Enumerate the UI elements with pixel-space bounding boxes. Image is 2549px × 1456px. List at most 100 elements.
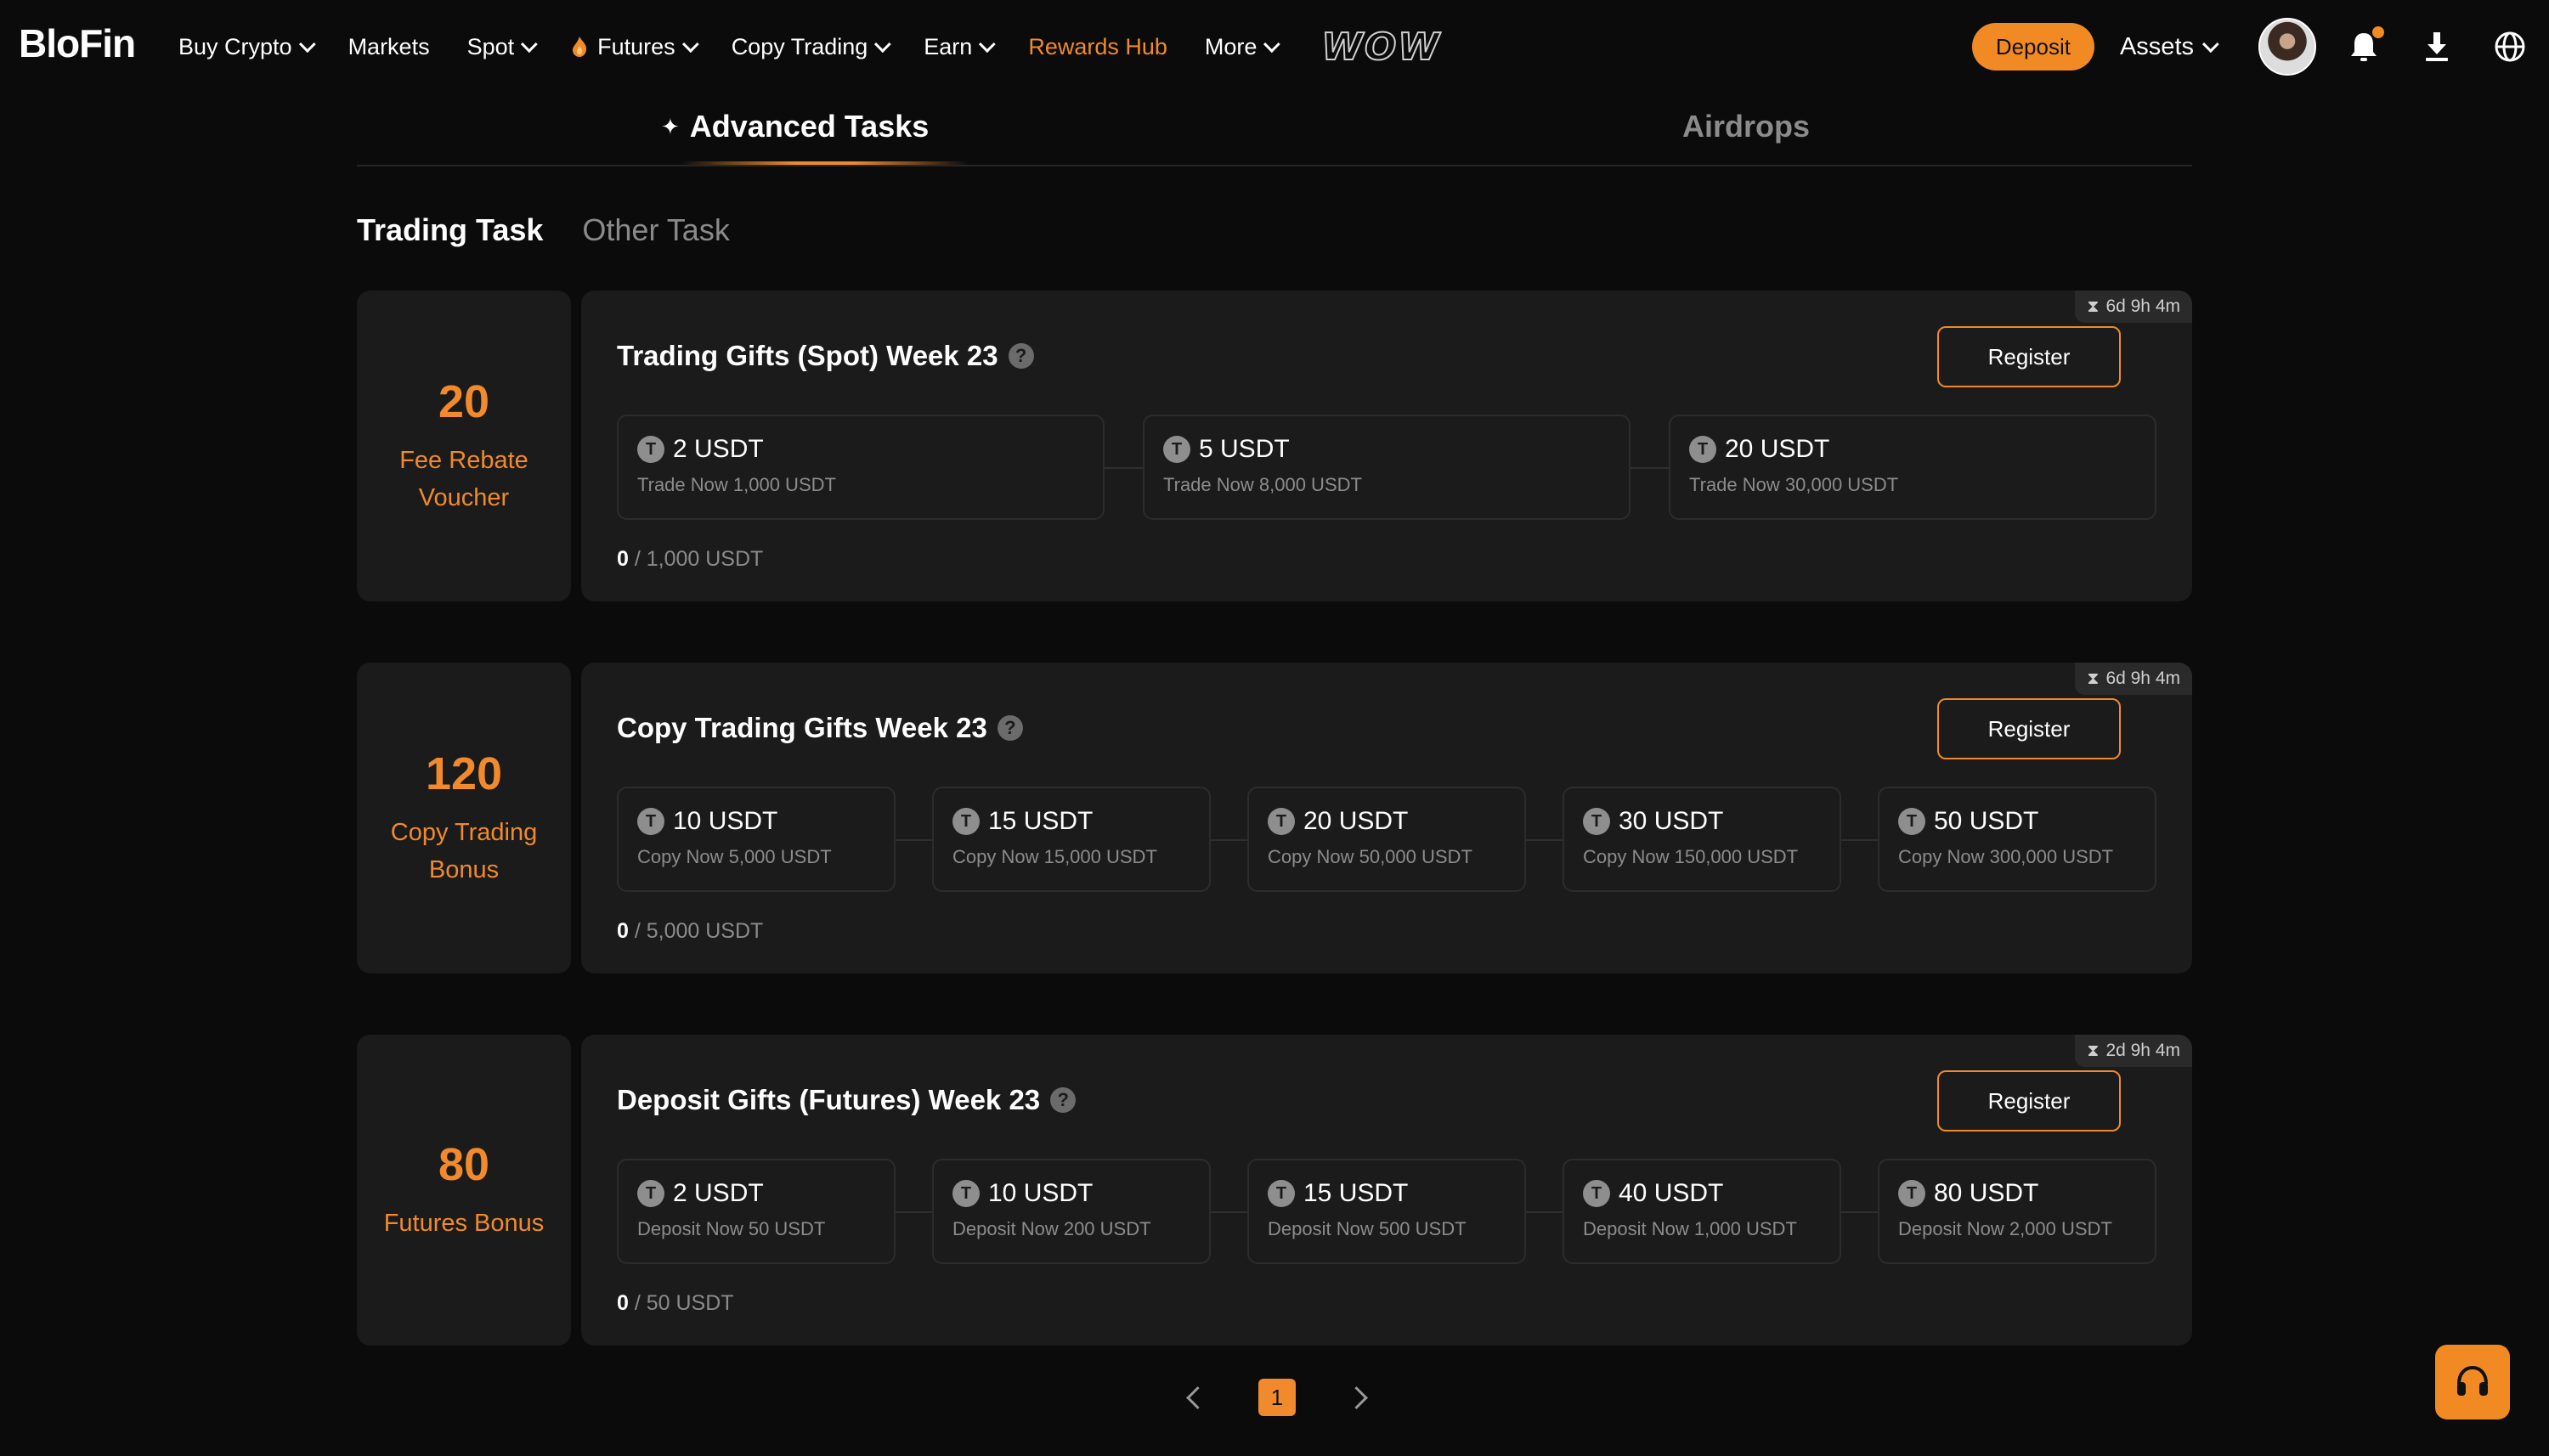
- nav-futures[interactable]: Futures: [570, 33, 699, 60]
- assets-menu[interactable]: Assets: [2119, 32, 2219, 61]
- wow-promo-logo[interactable]: WOW: [1320, 25, 1440, 70]
- tier-amount: 50 USDT: [1934, 807, 2039, 835]
- task-card: ⧗ 2d 9h 4m Deposit Gifts (Futures) Week 2…: [581, 1035, 2192, 1346]
- tier-requirement: Copy Now 15,000 USDT: [952, 846, 1157, 867]
- account-area: Deposit Assets: [1971, 0, 2549, 93]
- tier-requirement: Copy Now 50,000 USDT: [1268, 846, 1472, 867]
- nav-buy-crypto[interactable]: Buy Crypto: [178, 33, 316, 60]
- reward-value: 20: [438, 376, 490, 427]
- tier-requirement: Copy Now 5,000 USDT: [637, 846, 832, 867]
- nav-label: Futures: [597, 33, 675, 59]
- tier-requirement: Deposit Now 50 USDT: [637, 1218, 826, 1239]
- tier-card: T 15 USDT Deposit Now 500 USDT: [1247, 1159, 1526, 1264]
- tab-other-task[interactable]: Other Task: [582, 212, 729, 248]
- usdt-coin-icon: T: [952, 808, 980, 835]
- help-icon[interactable]: ?: [1008, 343, 1034, 369]
- task-title-text: Copy Trading Gifts Week 23: [617, 712, 987, 743]
- pagination: 1: [1186, 1379, 1368, 1416]
- hourglass-icon: ⧗: [2087, 296, 2100, 316]
- task-progress: 0 / 50 USDT: [617, 1291, 734, 1316]
- avatar[interactable]: [2258, 18, 2316, 76]
- chevron-left-icon[interactable]: [1186, 1385, 1209, 1409]
- tier-requirement: Deposit Now 200 USDT: [952, 1218, 1151, 1239]
- tier-amount: 2 USDT: [673, 435, 764, 463]
- hourglass-icon: ⧗: [2087, 669, 2100, 688]
- globe-icon: [2495, 31, 2525, 62]
- tab-advanced-tasks[interactable]: ✦ Advanced Tasks: [661, 109, 929, 144]
- task-progress: 0 / 5,000 USDT: [617, 919, 763, 944]
- usdt-coin-icon: T: [1268, 1180, 1295, 1207]
- headset-icon: [2457, 1365, 2488, 1396]
- tier-card: T 2 USDT Trade Now 1,000 USDT: [617, 415, 1105, 520]
- tier-card: T 30 USDT Copy Now 150,000 USDT: [1563, 787, 1841, 892]
- tier-requirement: Deposit Now 500 USDT: [1268, 1218, 1467, 1239]
- progress-current: 0: [617, 1291, 629, 1315]
- download-button[interactable]: [2420, 30, 2454, 64]
- chevron-down-icon: [2201, 36, 2219, 54]
- chevron-down-icon: [681, 36, 699, 54]
- task-title: Copy Trading Gifts Week 23 ?: [617, 712, 1023, 744]
- blofin-logo[interactable]: BloFin: [19, 21, 136, 65]
- reward-summary: 80 Futures Bonus: [357, 1035, 571, 1346]
- register-button[interactable]: Register: [1937, 326, 2121, 387]
- reward-value: 80: [438, 1139, 490, 1190]
- task-trading-gifts-spot: 20 Fee Rebate Voucher ⧗ 6d 9h 4m Trading …: [357, 291, 2192, 601]
- register-button[interactable]: Register: [1937, 1070, 2121, 1132]
- help-icon[interactable]: ?: [997, 715, 1023, 741]
- reward-tiers: T 2 USDT Trade Now 1,000 USDT T 5 USDT Tra…: [617, 413, 2156, 522]
- reward-label: Fee Rebate Voucher: [399, 447, 528, 511]
- progress-current: 0: [617, 547, 629, 571]
- page-number-current[interactable]: 1: [1258, 1379, 1296, 1416]
- tier-card: T 40 USDT Deposit Now 1,000 USDT: [1563, 1159, 1841, 1264]
- nav-earn[interactable]: Earn: [924, 34, 997, 60]
- tier-amount: 15 USDT: [988, 807, 1094, 835]
- tier-requirement: Trade Now 1,000 USDT: [637, 474, 836, 495]
- chevron-down-icon: [521, 36, 538, 54]
- usdt-coin-icon: T: [1583, 1180, 1610, 1207]
- chevron-right-icon[interactable]: [1345, 1385, 1368, 1409]
- support-button[interactable]: [2435, 1345, 2510, 1419]
- usdt-coin-icon: T: [637, 436, 664, 463]
- task-title-text: Deposit Gifts (Futures) Week 23: [617, 1084, 1041, 1115]
- nav-spot[interactable]: Spot: [467, 34, 538, 60]
- task-title: Trading Gifts (Spot) Week 23 ?: [617, 340, 1034, 372]
- timer-text: 6d 9h 4m: [2105, 296, 2180, 316]
- register-button[interactable]: Register: [1937, 698, 2121, 759]
- nav-copy-trading[interactable]: Copy Trading: [732, 34, 892, 60]
- timer-text: 2d 9h 4m: [2105, 1041, 2180, 1060]
- usdt-coin-icon: T: [637, 808, 664, 835]
- nav-rewards-hub[interactable]: Rewards Hub: [1028, 34, 1167, 60]
- assets-label: Assets: [2119, 32, 2194, 60]
- usdt-coin-icon: T: [637, 1180, 664, 1207]
- progress-target: / 1,000 USDT: [634, 547, 764, 571]
- tab-trading-task[interactable]: Trading Task: [357, 212, 543, 248]
- nav-more[interactable]: More: [1205, 34, 1281, 60]
- tier-card: T 50 USDT Copy Now 300,000 USDT: [1878, 787, 2156, 892]
- reward-tiers: T 10 USDT Copy Now 5,000 USDT T 15 USDT Co…: [617, 785, 2156, 894]
- tier-card: T 5 USDT Trade Now 8,000 USDT: [1143, 415, 1631, 520]
- reward-label: Futures Bonus: [383, 1210, 545, 1237]
- nav-markets[interactable]: Markets: [348, 34, 430, 60]
- nav-label: Rewards Hub: [1028, 33, 1167, 59]
- help-icon[interactable]: ?: [1050, 1087, 1077, 1113]
- timer-text: 6d 9h 4m: [2105, 669, 2180, 688]
- tier-card: T 10 USDT Deposit Now 200 USDT: [932, 1159, 1211, 1264]
- countdown-timer: ⧗ 6d 9h 4m: [2075, 291, 2192, 323]
- nav-label: Buy Crypto: [178, 33, 292, 59]
- task-card: ⧗ 6d 9h 4m Copy Trading Gifts Week 23 ? R…: [581, 663, 2192, 973]
- tier-requirement: Copy Now 150,000 USDT: [1583, 846, 1799, 867]
- chevron-down-icon: [1263, 36, 1281, 54]
- active-tab-indicator: [680, 161, 969, 165]
- progress-current: 0: [617, 919, 629, 943]
- tier-card: T 20 USDT Copy Now 50,000 USDT: [1247, 787, 1526, 892]
- tier-amount: 30 USDT: [1619, 807, 1724, 835]
- usdt-coin-icon: T: [1898, 808, 1925, 835]
- progress-target: / 50 USDT: [634, 1291, 734, 1315]
- tab-airdrops[interactable]: Airdrops: [1682, 109, 1810, 144]
- tier-card: T 20 USDT Trade Now 30,000 USDT: [1669, 415, 2156, 520]
- notifications-button[interactable]: [2347, 26, 2384, 64]
- tier-requirement: Deposit Now 1,000 USDT: [1583, 1218, 1797, 1239]
- tier-amount: 15 USDT: [1303, 1179, 1409, 1207]
- language-button[interactable]: [2493, 30, 2527, 64]
- deposit-button[interactable]: Deposit: [1971, 23, 2094, 71]
